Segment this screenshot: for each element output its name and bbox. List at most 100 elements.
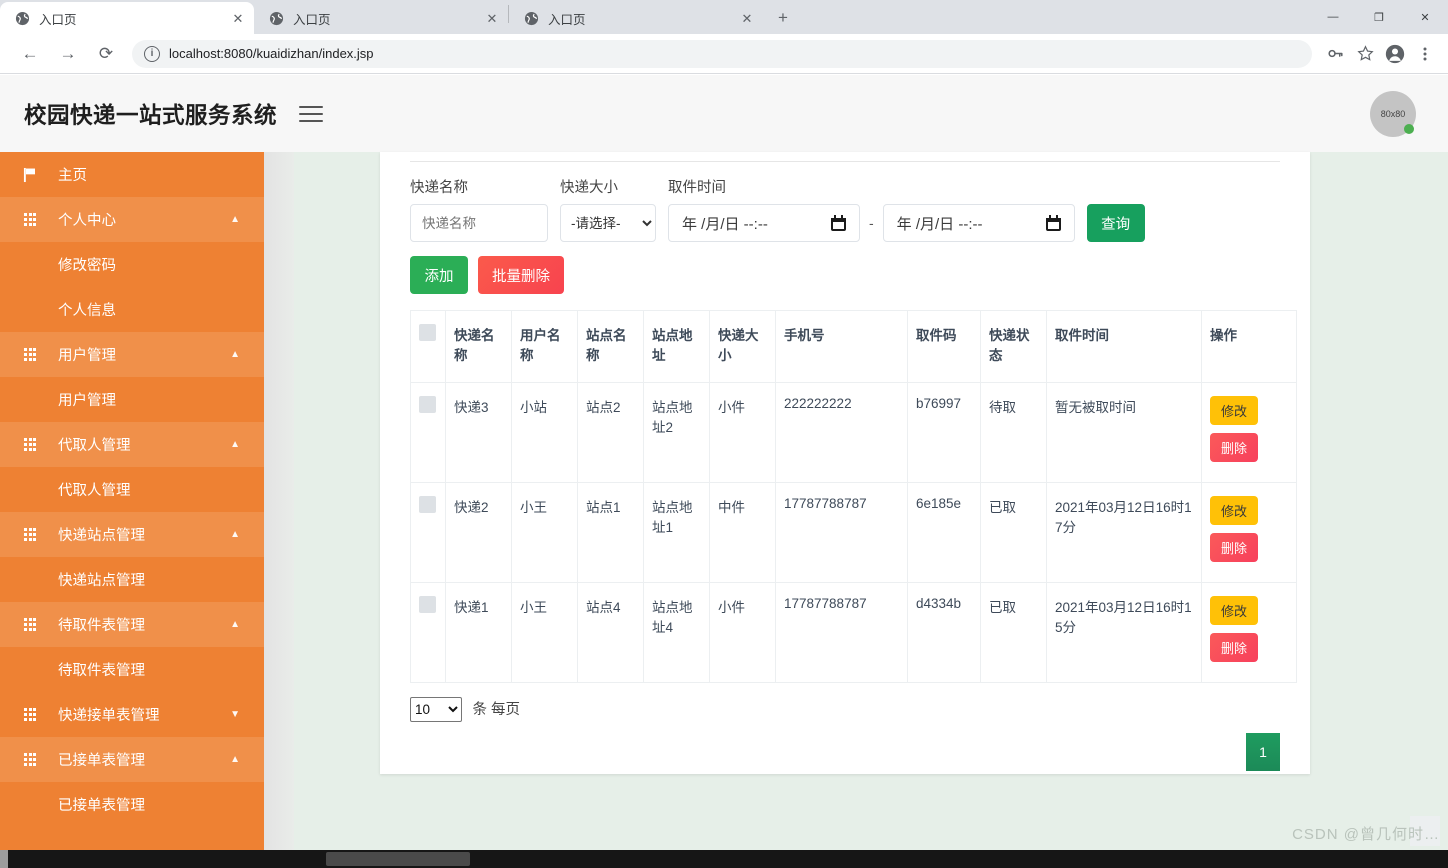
cell-station-name: 站点1 [577,482,644,583]
close-window-button[interactable]: ✕ [1402,0,1448,34]
hamburger-icon[interactable] [299,105,324,122]
sidebar-item-personal-info[interactable]: 个人信息 [0,287,264,332]
cell-pickup-code: 6e185e [907,482,981,583]
back-icon[interactable]: ← [14,38,46,70]
table-header-pickup-code: 取件码 [907,310,981,383]
delete-button[interactable]: 删除 [1210,633,1258,662]
table-header-pickup-time: 取件时间 [1046,310,1202,383]
sidebar-subitem-accepted-order-management[interactable]: 已接单表管理 [0,782,264,827]
sidebar-item-user-management[interactable]: 用户管理 ▲ [0,332,264,377]
chevron-up-icon: ▲ [230,619,240,630]
table-header-station-name: 站点名称 [577,310,644,383]
cell-station-name: 站点2 [577,382,644,483]
close-icon[interactable]: ✕ [739,10,755,26]
sidebar-item-pending-pickup-management[interactable]: 待取件表管理 ▲ [0,602,264,647]
sidebar-subitem-pending-pickup-management[interactable]: 待取件表管理 [0,647,264,692]
action-buttons: 添加 批量删除 [410,242,1280,310]
add-button[interactable]: 添加 [410,256,468,294]
new-tab-button[interactable]: + [769,4,797,32]
cell-phone: 222222222 [775,382,908,483]
sidebar: 主页 个人中心 ▲ 修改密码 个人信息 用户管理 ▲ 用户管理 代取人管理 ▲ [0,152,264,850]
express-size-field-group: 快递大小 -请选择- [560,176,656,242]
page-size-select[interactable]: 10 [410,697,462,722]
site-info-icon[interactable]: i [144,45,160,62]
table-header-user-name: 用户名称 [511,310,578,383]
forward-icon[interactable]: → [52,38,84,70]
avatar[interactable]: 80x80 [1370,91,1416,137]
address-bar[interactable]: i localhost:8080/kuaidizhan/index.jsp [132,39,1312,68]
globe-icon [523,10,539,26]
edit-button[interactable]: 修改 [1210,496,1258,525]
cell-station-address: 站点地址2 [643,382,710,483]
tab-title: 入口页 [39,12,77,27]
pagination-page-1[interactable]: 1 [1246,733,1280,771]
sidebar-item-home[interactable]: 主页 [0,152,264,197]
sidebar-subitem-station-management[interactable]: 快递站点管理 [0,557,264,602]
row-checkbox[interactable] [419,496,436,513]
sidebar-item-label: 个人中心 [58,213,116,229]
row-select-cell [410,582,446,683]
table-header-express-name: 快递名称 [445,310,512,383]
sidebar-item-change-password[interactable]: 修改密码 [0,242,264,287]
calendar-icon[interactable] [831,215,846,231]
row-select-cell [410,482,446,583]
grid-icon [20,708,40,721]
cell-user-name: 小王 [511,482,578,583]
cell-express-name: 快递3 [445,382,512,483]
minimize-button[interactable]: — [1310,0,1356,34]
sidebar-item-order-receive-management[interactable]: 快递接单表管理 ▼ [0,692,264,737]
globe-icon [268,10,284,26]
more-menu-icon[interactable] [1410,39,1440,69]
chevron-up-icon: ▲ [230,529,240,540]
tab-title: 入口页 [548,12,586,27]
sidebar-item-personal-center[interactable]: 个人中心 ▲ [0,197,264,242]
browser-tab-3[interactable]: 入口页 ✕ [509,2,763,34]
sidebar-subitem-agent-management[interactable]: 代取人管理 [0,467,264,512]
close-icon[interactable]: ✕ [230,10,246,26]
close-icon[interactable]: ✕ [484,10,500,26]
cell-status: 待取 [980,382,1047,483]
table-footer: 10 条 每页 1 [410,683,1280,793]
maximize-button[interactable]: ❐ [1356,0,1402,34]
app-header: 校园快递一站式服务系统 80x80 [0,75,1448,152]
sidebar-item-station-management[interactable]: 快递站点管理 ▲ [0,512,264,557]
star-icon[interactable] [1350,39,1380,69]
sidebar-item-label: 快递接单表管理 [58,708,160,724]
express-name-input[interactable] [410,204,548,242]
cell-express-name: 快递2 [445,482,512,583]
pickup-time-to-input[interactable]: 年 /月/日 --:-- [882,204,1075,242]
date-range-separator: - [869,215,874,231]
delete-button[interactable]: 删除 [1210,433,1258,462]
toolbar-icons [1320,39,1448,69]
cell-size: 小件 [709,382,776,483]
edit-button[interactable]: 修改 [1210,396,1258,425]
profile-icon[interactable] [1380,39,1410,69]
scrollbar-left-edge[interactable] [0,850,8,868]
row-checkbox[interactable] [419,596,436,613]
grid-icon [20,438,40,451]
pickup-time-field-group: 取件时间 年 /月/日 --:-- - 年 /月/日 --:-- [668,176,1075,242]
edit-button[interactable]: 修改 [1210,596,1258,625]
row-checkbox[interactable] [419,396,436,413]
calendar-icon[interactable] [1045,215,1061,231]
bulk-delete-button[interactable]: 批量删除 [478,256,564,294]
chevron-up-icon: ▲ [230,439,240,450]
express-size-select[interactable]: -请选择- [560,204,656,242]
sidebar-item-accepted-order-management[interactable]: 已接单表管理 ▲ [0,737,264,782]
scrollbar-thumb[interactable] [326,852,470,866]
express-name-field-group: 快递名称 [410,176,548,242]
key-icon[interactable] [1320,39,1350,69]
sidebar-subitem-user-management[interactable]: 用户管理 [0,377,264,422]
browser-tab-2[interactable]: 入口页 ✕ [254,2,508,34]
reload-icon[interactable]: ⟳ [90,38,122,70]
online-status-dot [1404,124,1414,134]
delete-button[interactable]: 删除 [1210,533,1258,562]
sidebar-item-agent-management[interactable]: 代取人管理 ▲ [0,422,264,467]
browser-tab-1[interactable]: 入口页 ✕ [0,2,254,34]
horizontal-scrollbar[interactable] [0,850,1448,868]
query-button[interactable]: 查询 [1086,204,1145,242]
pickup-time-from-input[interactable]: 年 /月/日 --:-- [668,204,860,242]
select-all-checkbox[interactable] [419,324,436,341]
browser-tab-bar: 入口页 ✕ 入口页 ✕ 入口页 ✕ + — ❐ ✕ [0,0,1448,34]
sidebar-item-label: 个人信息 [58,303,116,319]
